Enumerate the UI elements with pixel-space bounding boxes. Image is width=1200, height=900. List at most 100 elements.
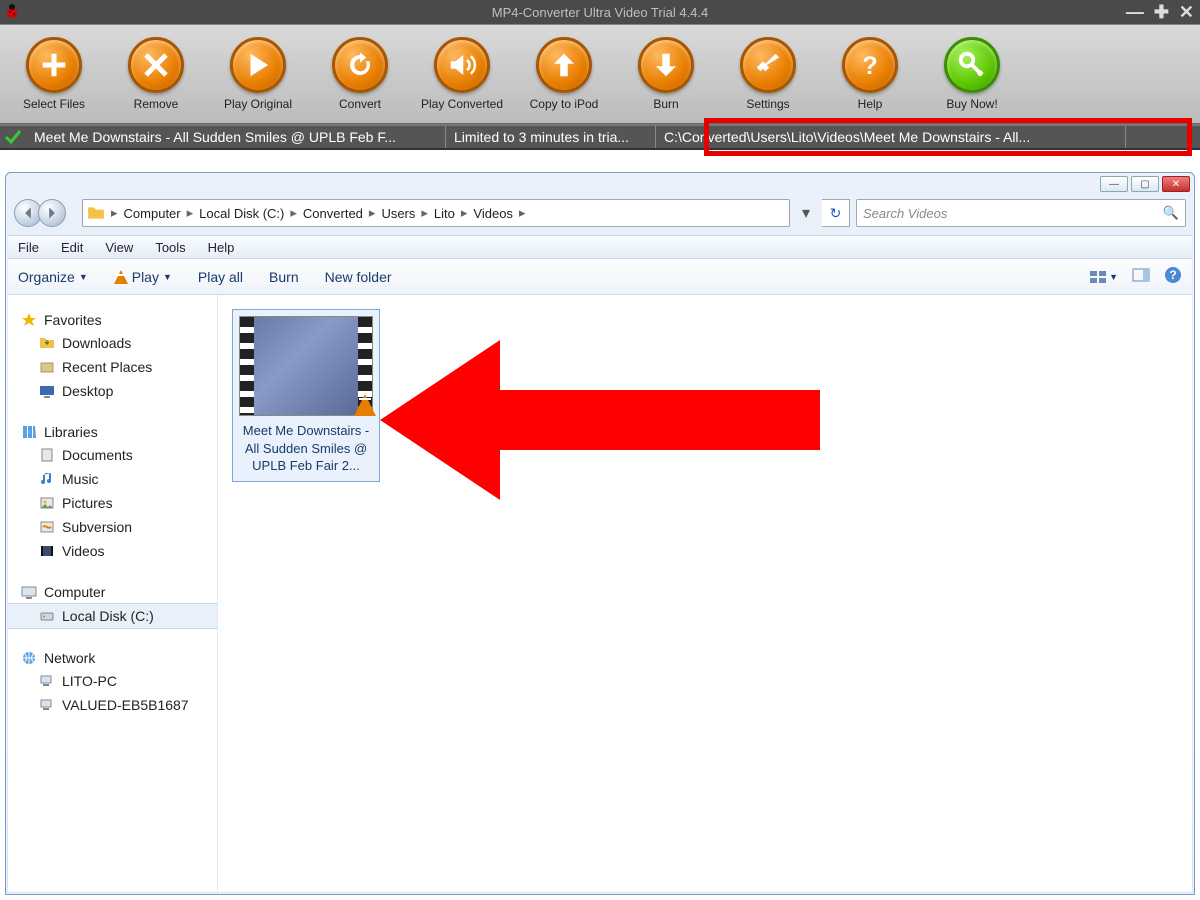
converter-title: MP4-Converter Ultra Video Trial 4.4.4 xyxy=(0,5,1200,20)
address-bar[interactable]: ▸Computer▸Local Disk (C:)▸Converted▸User… xyxy=(82,199,790,227)
ladybug-icon xyxy=(4,3,20,19)
item-icon xyxy=(38,542,56,560)
address-dropdown-icon[interactable]: ▾ xyxy=(796,203,816,223)
network-icon xyxy=(20,649,38,667)
refresh-button[interactable]: ↻ xyxy=(822,199,850,227)
refresh-icon xyxy=(332,37,388,93)
status-output-path: C:\Converted\Users\Lito\Videos\Meet Me D… xyxy=(656,126,1126,148)
toolbar-play-original-button[interactable]: Play Original xyxy=(214,37,302,111)
sidebar-item-music[interactable]: Music xyxy=(8,467,217,491)
breadcrumb-separator: ▸ xyxy=(185,205,196,221)
toolbar-settings-button[interactable]: Settings xyxy=(724,37,812,111)
item-icon xyxy=(38,696,56,714)
play-all-button[interactable]: Play all xyxy=(198,269,243,285)
breadcrumb-segment[interactable]: Videos xyxy=(469,206,517,221)
sidebar-item-valued-eb5b1687[interactable]: VALUED-EB5B1687 xyxy=(8,693,217,717)
toolbar-label: Select Files xyxy=(23,97,85,111)
menu-help[interactable]: Help xyxy=(208,240,235,255)
sidebar-item-recent-places[interactable]: Recent Places xyxy=(8,355,217,379)
item-icon xyxy=(38,470,56,488)
video-thumbnail xyxy=(239,316,373,416)
toolbar-buy-now--button[interactable]: Buy Now! xyxy=(928,37,1016,111)
toolbar-label: Help xyxy=(858,97,883,111)
toolbar-copy-to-ipod-button[interactable]: Copy to iPod xyxy=(520,37,608,111)
forward-button[interactable] xyxy=(38,199,66,227)
breadcrumb-separator: ▸ xyxy=(419,205,430,221)
help-button[interactable]: ? xyxy=(1164,266,1182,287)
organize-button[interactable]: Organize ▼ xyxy=(18,269,88,285)
breadcrumb-segment[interactable]: Users xyxy=(377,206,419,221)
menu-view[interactable]: View xyxy=(105,240,133,255)
toolbar-select-files-button[interactable]: Select Files xyxy=(10,37,98,111)
breadcrumb-segment[interactable]: Local Disk (C:) xyxy=(195,206,288,221)
chevron-down-icon: ▼ xyxy=(163,272,172,282)
libraries-icon xyxy=(20,423,38,441)
plus-icon xyxy=(26,37,82,93)
search-icon: 🔍 xyxy=(1163,205,1179,221)
breadcrumb-segment[interactable]: Computer xyxy=(120,206,185,221)
toolbar-play-converted-button[interactable]: Play Converted xyxy=(418,37,506,111)
sidebar-item-lito-pc[interactable]: LITO-PC xyxy=(8,669,217,693)
sidebar-group-network[interactable]: Network xyxy=(8,647,217,669)
explorer-titlebar: — ▢ ✕ xyxy=(6,173,1194,195)
minimize-button[interactable]: — xyxy=(1126,2,1144,23)
status-limit: Limited to 3 minutes in tria... xyxy=(446,126,656,148)
sidebar-item-subversion[interactable]: Subversion xyxy=(8,515,217,539)
up-icon xyxy=(536,37,592,93)
search-placeholder: Search Videos xyxy=(863,206,947,221)
breadcrumb-separator: ▸ xyxy=(288,205,299,221)
menu-file[interactable]: File xyxy=(18,240,39,255)
computer-icon xyxy=(20,583,38,601)
maximize-button[interactable]: ✚ xyxy=(1154,2,1169,23)
chevron-down-icon: ▼ xyxy=(79,272,88,282)
explorer-close-button[interactable]: ✕ xyxy=(1162,176,1190,192)
converter-toolbar: Select Files RemovePlay OriginalConvert Pl… xyxy=(0,24,1200,124)
sidebar-group-libraries[interactable]: Libraries xyxy=(8,421,217,443)
sidebar-item-local-disk-c-[interactable]: Local Disk (C:) xyxy=(8,603,217,629)
menu-tools[interactable]: Tools xyxy=(155,240,185,255)
converter-statusbar: Meet Me Downstairs - All Sudden Smiles @… xyxy=(0,124,1200,150)
toolbar-burn-button[interactable]: Burn xyxy=(622,37,710,111)
folder-icon xyxy=(87,204,105,222)
menu-edit[interactable]: Edit xyxy=(61,240,83,255)
sidebar-item-desktop[interactable]: Desktop xyxy=(8,379,217,403)
svg-text:?: ? xyxy=(862,52,877,80)
toolbar-help-button[interactable]: ? Help xyxy=(826,37,914,111)
question-icon: ? xyxy=(842,37,898,93)
item-icon xyxy=(38,358,56,376)
item-icon xyxy=(38,494,56,512)
sidebar-item-pictures[interactable]: Pictures xyxy=(8,491,217,515)
sidebar-item-documents[interactable]: Documents xyxy=(8,443,217,467)
sidebar-item-videos[interactable]: Videos xyxy=(8,539,217,563)
breadcrumb-segment[interactable]: Converted xyxy=(299,206,367,221)
preview-pane-button[interactable] xyxy=(1132,268,1150,285)
sidebar-group-favorites[interactable]: Favorites xyxy=(8,309,217,331)
breadcrumb-separator: ▸ xyxy=(367,205,378,221)
breadcrumb-segment[interactable]: Lito xyxy=(430,206,459,221)
item-icon xyxy=(38,382,56,400)
item-icon xyxy=(38,446,56,464)
key-icon xyxy=(944,37,1000,93)
explorer-menubar: File Edit View Tools Help xyxy=(8,235,1192,259)
explorer-maximize-button[interactable]: ▢ xyxy=(1131,176,1159,192)
explorer-minimize-button[interactable]: — xyxy=(1100,176,1128,192)
search-input[interactable]: Search Videos 🔍 xyxy=(856,199,1186,227)
item-icon xyxy=(38,607,56,625)
sidebar-group-computer[interactable]: Computer xyxy=(8,581,217,603)
close-button[interactable]: ✕ xyxy=(1179,2,1194,23)
converter-titlebar: MP4-Converter Ultra Video Trial 4.4.4 — … xyxy=(0,0,1200,24)
toolbar-remove-button[interactable]: Remove xyxy=(112,37,200,111)
breadcrumb-separator: ▸ xyxy=(109,205,120,221)
toolbar-label: Play Converted xyxy=(421,97,503,111)
video-file-item[interactable]: Meet Me Downstairs - All Sudden Smiles @… xyxy=(232,309,380,482)
explorer-commandbar: Organize ▼ Play ▼ Play all Burn New fold… xyxy=(8,259,1192,295)
item-icon xyxy=(38,518,56,536)
toolbar-convert-button[interactable]: Convert xyxy=(316,37,404,111)
vlc-cone-icon xyxy=(354,394,376,421)
play-button[interactable]: Play ▼ xyxy=(114,269,172,285)
burn-button[interactable]: Burn xyxy=(269,269,299,285)
sidebar-item-downloads[interactable]: Downloads xyxy=(8,331,217,355)
view-options-button[interactable]: ▼ xyxy=(1089,270,1118,284)
new-folder-button[interactable]: New folder xyxy=(325,269,392,285)
favorites-icon xyxy=(20,311,38,329)
